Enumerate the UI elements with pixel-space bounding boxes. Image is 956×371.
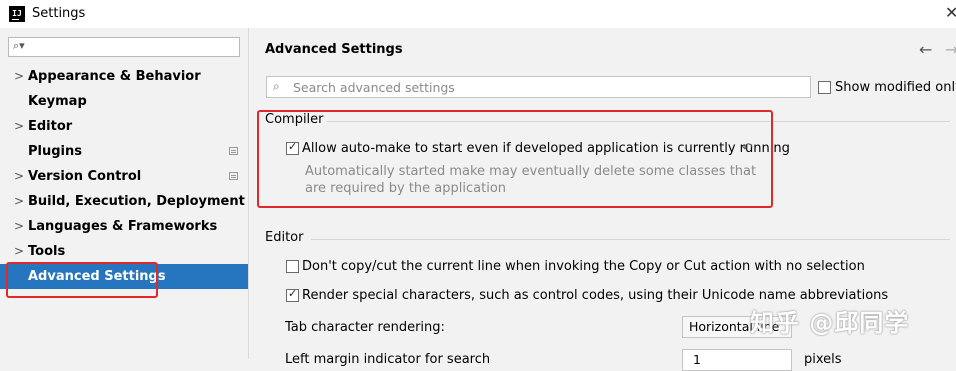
page-title: Advanced Settings: [265, 42, 403, 57]
forward-arrow-icon[interactable]: →: [945, 40, 956, 59]
annotation-highlight-box: [6, 262, 158, 298]
no-copy-cut-checkbox[interactable]: [286, 260, 299, 273]
search-icon: ⌕▾: [13, 39, 25, 52]
chevron-right-icon: >: [14, 119, 25, 133]
left-margin-unit: pixels: [804, 352, 842, 367]
sidebar-item-build-execution-deployment[interactable]: > Build, Execution, Deployment: [0, 189, 248, 214]
render-special-label: Render special characters, such as contr…: [302, 288, 889, 303]
tab-rendering-label: Tab character rendering:: [285, 320, 445, 335]
intellij-app-icon: IJ: [9, 6, 25, 22]
chevron-right-icon: >: [14, 219, 25, 233]
show-modified-only-checkbox[interactable]: [818, 81, 831, 94]
project-settings-icon: [229, 147, 238, 155]
sidebar-item-keymap[interactable]: Keymap: [0, 89, 248, 114]
back-arrow-icon[interactable]: ←: [919, 40, 932, 59]
close-icon[interactable]: ✕: [945, 3, 956, 22]
sidebar-item-version-control[interactable]: > Version Control: [0, 164, 248, 189]
project-settings-icon: [229, 172, 238, 180]
sidebar-item-tools[interactable]: > Tools: [0, 239, 248, 264]
chevron-right-icon: >: [14, 169, 25, 183]
sidebar-item-plugins[interactable]: Plugins: [0, 139, 248, 164]
render-special-checkbox[interactable]: [286, 287, 299, 302]
sidebar-item-appearance-behavior[interactable]: > Appearance & Behavior: [0, 64, 248, 89]
title-bar: IJ Settings ✕: [0, 0, 956, 28]
zhihu-watermark: 知乎 @邱同学: [750, 309, 910, 337]
settings-sidebar: ⌕▾ > Appearance & Behavior Keymap > Edit…: [0, 28, 249, 359]
left-margin-label: Left margin indicator for search: [285, 352, 491, 367]
section-title-editor: Editor: [265, 230, 304, 245]
chevron-right-icon: >: [14, 244, 25, 258]
left-margin-value: 1: [693, 352, 701, 367]
sidebar-item-languages-frameworks[interactable]: > Languages & Frameworks: [0, 214, 248, 239]
sidebar-item-editor[interactable]: > Editor: [0, 114, 248, 139]
chevron-right-icon: >: [14, 194, 25, 208]
chevron-right-icon: >: [14, 69, 25, 83]
search-input[interactable]: [293, 78, 793, 96]
left-margin-input[interactable]: 1: [682, 349, 792, 371]
sidebar-search-input[interactable]: ⌕▾: [8, 37, 240, 57]
search-icon: ⌕: [273, 79, 280, 93]
no-copy-cut-label: Don't copy/cut the current line when inv…: [302, 259, 865, 274]
show-modified-only-label: Show modified only: [835, 80, 956, 95]
window-title: Settings: [32, 6, 86, 21]
advanced-settings-search[interactable]: ⌕: [266, 76, 811, 98]
annotation-highlight-box: [257, 110, 773, 208]
section-divider: [311, 239, 950, 240]
